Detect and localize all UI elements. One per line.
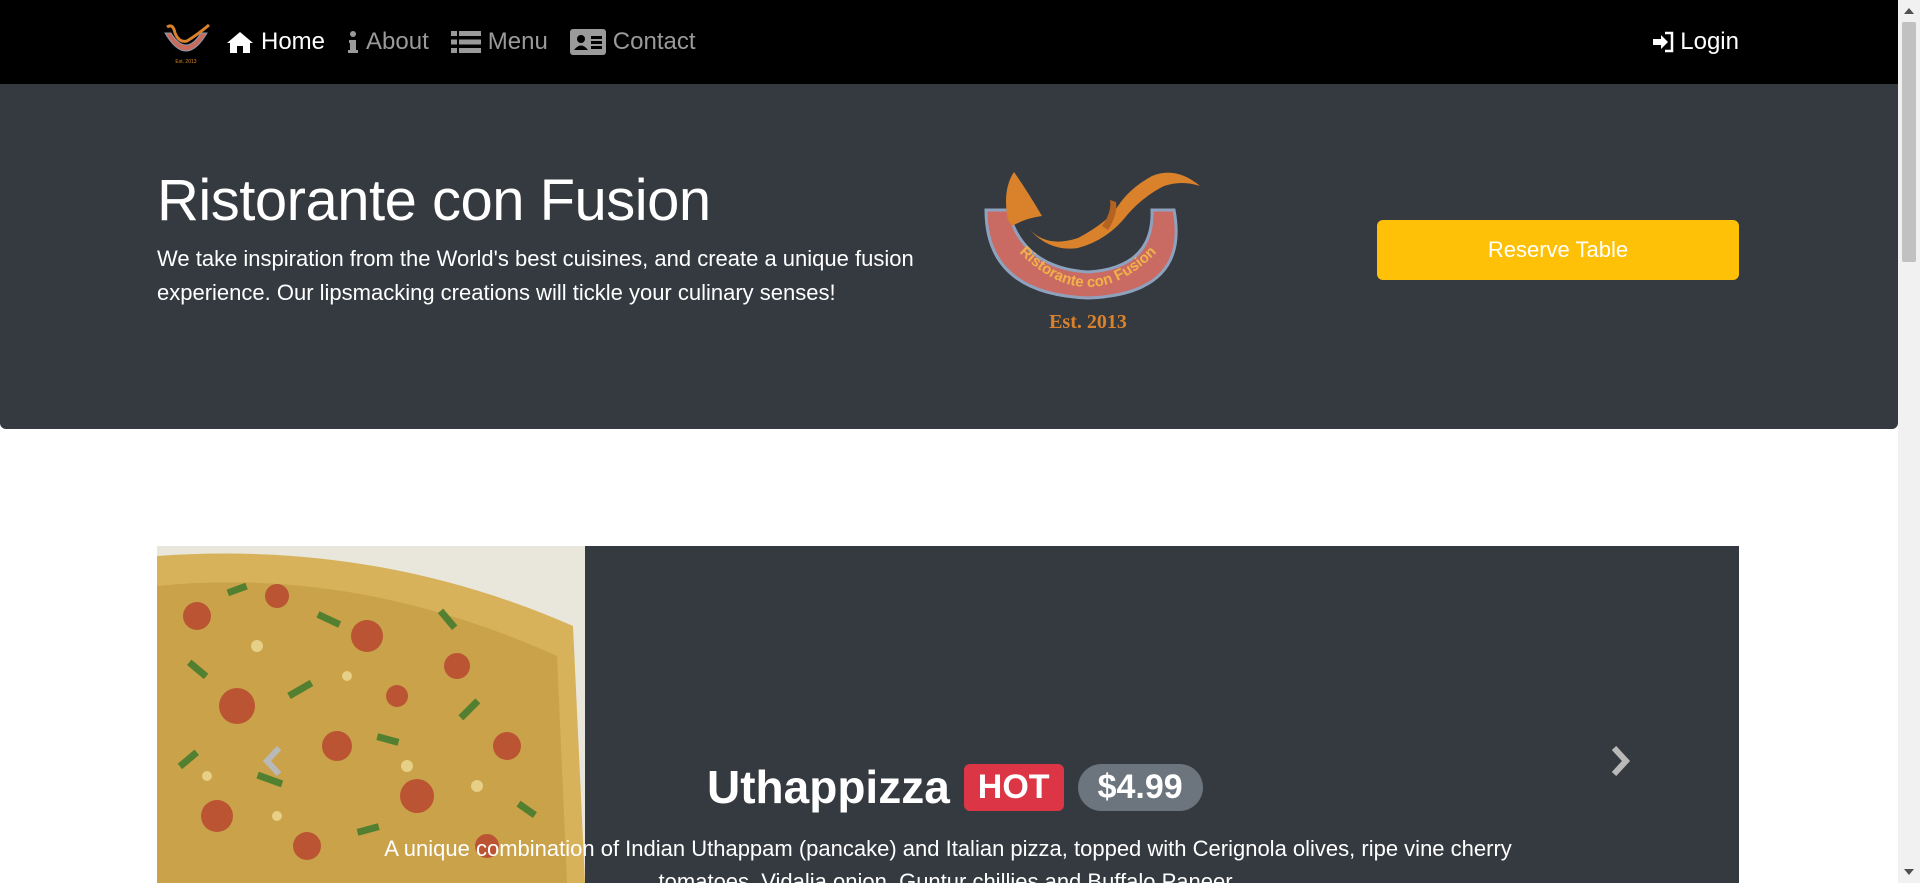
vertical-scrollbar[interactable]: [1898, 0, 1920, 883]
address-card-icon: [569, 29, 606, 55]
page-title: Ristorante con Fusion: [157, 168, 711, 233]
top-navbar: Est. 2013 Home About Menu Contact Login: [0, 0, 1898, 84]
restaurant-logo: Ristorante con Fusion Est. 2013: [984, 172, 1200, 333]
login-button[interactable]: Login: [1652, 0, 1739, 84]
list-icon: [450, 30, 481, 54]
info-icon: [347, 30, 359, 54]
nav-about-link[interactable]: About: [347, 28, 429, 56]
carousel-caption: Uthappizza HOT $4.99 A unique combinatio…: [157, 760, 1739, 883]
dish-heading: Uthappizza HOT $4.99: [707, 760, 1203, 814]
nav-contact-label: Contact: [612, 28, 696, 55]
nav-contact-link[interactable]: Contact: [569, 28, 696, 56]
logo-established-label: Est. 2013: [1049, 311, 1127, 333]
nav-menu-link[interactable]: Menu: [450, 28, 548, 56]
scroll-up-arrow[interactable]: [1904, 8, 1914, 14]
dish-description: A unique combination of Indian Uthappam …: [384, 836, 1512, 883]
nav-menu-label: Menu: [487, 28, 548, 55]
brand-logo[interactable]: Est. 2013: [157, 21, 215, 65]
jumbotron: Ristorante con Fusion We take inspiratio…: [0, 84, 1898, 429]
price-badge: $4.99: [1077, 763, 1203, 811]
nav-about-label: About: [366, 28, 429, 55]
sign-in-icon: [1652, 31, 1674, 53]
logo-established-text: Est. 2013: [175, 59, 196, 65]
nav-links: Home About Menu Contact: [226, 0, 718, 84]
scroll-down-arrow[interactable]: [1904, 869, 1914, 875]
home-icon: [226, 30, 254, 54]
login-label: Login: [1680, 28, 1739, 55]
reserve-table-button[interactable]: Reserve Table: [1377, 220, 1739, 280]
scrollbar-thumb[interactable]: [1902, 22, 1916, 262]
hot-badge: HOT: [963, 763, 1064, 811]
nav-home-link[interactable]: Home: [226, 28, 325, 56]
nav-home-label: Home: [261, 28, 326, 55]
dish-carousel: Uthappizza HOT $4.99 A unique combinatio…: [157, 546, 1739, 883]
dish-name: Uthappizza: [707, 761, 950, 813]
restaurant-description: We take inspiration from the World's bes…: [157, 246, 914, 305]
